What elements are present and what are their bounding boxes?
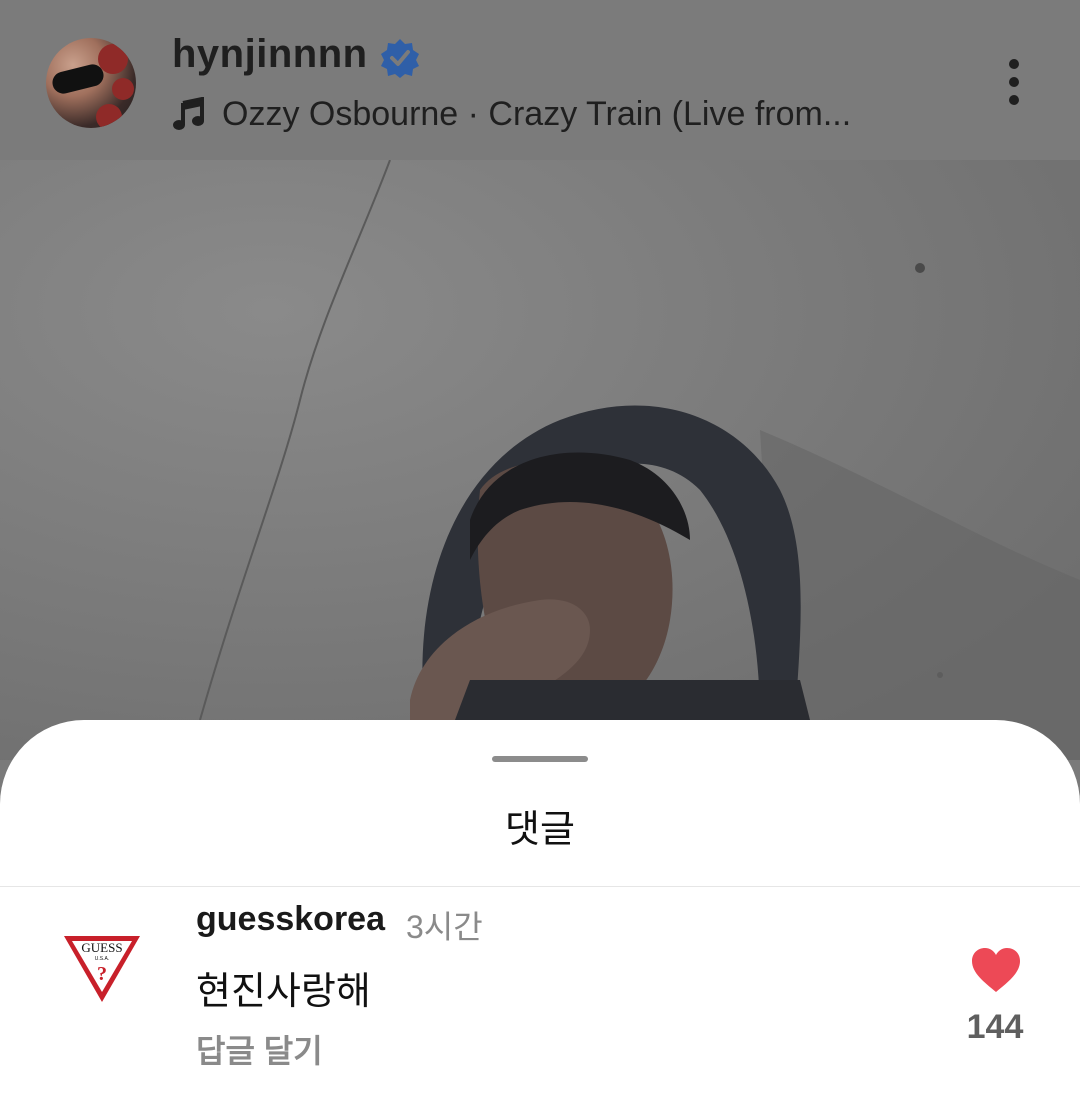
heart-icon[interactable] [970,946,1022,994]
music-note-icon [173,97,204,130]
svg-text:GUESS: GUESS [81,940,122,955]
music-text: Ozzy Osbourne · Crazy Train (Live from..… [222,94,852,133]
sheet-divider [0,886,1080,887]
guess-logo-avatar[interactable]: GUESS U.S.A. ? [62,932,142,1004]
comments-sheet: 댓글 GUESS U.S.A. ? guesskorea 3시간 현진사랑해 답… [0,720,1080,1102]
reply-button[interactable]: 답글 달기 [196,1026,323,1072]
profile-avatar[interactable] [46,38,136,128]
svg-text:U.S.A.: U.S.A. [95,956,109,962]
verified-badge-icon [381,39,419,78]
music-attribution[interactable]: Ozzy Osbourne · Crazy Train (Live from..… [172,92,932,136]
like-count: 144 [966,1008,1024,1046]
svg-text:?: ? [97,963,107,985]
comment-time: 3시간 [406,909,483,945]
post-username[interactable]: hynjinnnn [172,32,368,77]
comment-text: 현진사랑해 [196,971,371,1013]
sheet-drag-handle[interactable] [492,756,588,762]
sheet-title: 댓글 [505,809,575,851]
comment-username[interactable]: guesskorea [196,900,385,939]
post-header: hynjinnnn Ozzy Osbourne · Crazy Train (L… [0,0,1080,160]
more-vertical-icon[interactable] [996,56,1032,112]
post-photo [0,160,1080,760]
post-image [0,160,1080,760]
